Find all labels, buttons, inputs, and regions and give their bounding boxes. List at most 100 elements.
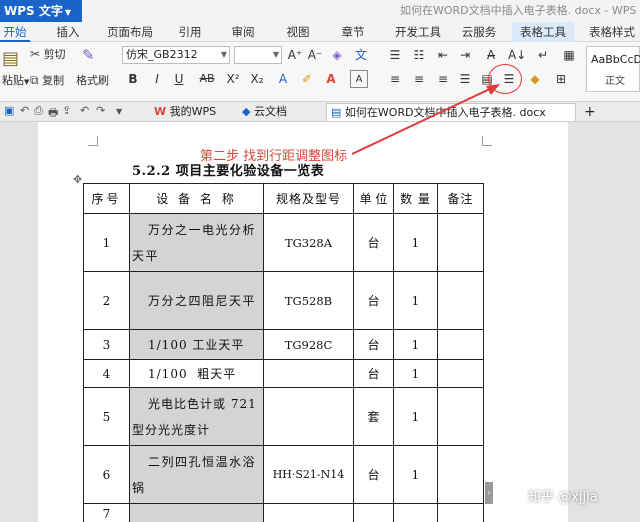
text-direction-icon[interactable]: A̶ <box>482 46 500 64</box>
cell-note[interactable] <box>437 445 484 504</box>
font-name-select[interactable]: 仿宋_GB2312 ▼ <box>122 46 230 64</box>
tab-references[interactable]: 引用 <box>172 22 208 42</box>
save-icon[interactable]: ▣ <box>4 104 14 117</box>
font-size-select[interactable]: ▼ <box>234 46 282 64</box>
cell-unit[interactable]: 台 <box>353 359 394 388</box>
strikethrough-icon[interactable]: AB <box>194 70 220 88</box>
decrease-indent-icon[interactable]: ⇤ <box>434 46 452 64</box>
cell-spec[interactable]: TG928C <box>263 329 354 360</box>
pinyin-icon[interactable]: 文 <box>352 46 370 64</box>
cell-unit[interactable]: 台 <box>353 329 394 360</box>
print-preview-icon[interactable]: ⎙ <box>34 104 43 118</box>
cell-spec[interactable] <box>263 359 354 388</box>
char-border-icon[interactable]: A <box>350 70 368 88</box>
cell-qty[interactable]: 1 <box>393 445 438 504</box>
copy-button[interactable]: ⧉ 复制 <box>30 72 64 88</box>
header-cell[interactable]: 备注 <box>437 183 484 214</box>
cell-name[interactable]: 1/100 工业天平 <box>129 329 264 360</box>
font-color-icon[interactable]: A <box>322 70 340 88</box>
cell-note[interactable] <box>437 503 484 522</box>
chevron-down-icon[interactable]: ▼ <box>116 107 122 116</box>
tab-insert[interactable]: 插入 <box>50 22 86 42</box>
cell-note[interactable] <box>437 359 484 388</box>
tab-section[interactable]: 章节 <box>335 22 371 42</box>
equipment-table[interactable]: 序号 设 备 名 称 规格及型号 单 位 数 量 备注 1 万分之一电光分析天平… <box>83 183 484 522</box>
print-icon[interactable]: 🖶 <box>48 104 58 123</box>
cell-name[interactable]: 1/100 粗天平 <box>129 359 264 388</box>
paste-button[interactable]: 粘贴▼ <box>2 72 29 88</box>
highlight-icon[interactable]: ✐ <box>298 70 316 88</box>
cell-unit[interactable]: 套 <box>353 387 394 446</box>
cell-qty[interactable]: 1 <box>393 387 438 446</box>
header-cell[interactable]: 数 量 <box>393 183 438 214</box>
cell-spec[interactable] <box>263 503 354 522</box>
cell-no[interactable]: 2 <box>83 271 130 330</box>
bold-icon[interactable]: B <box>124 70 142 88</box>
cell-no[interactable]: 5 <box>83 387 130 446</box>
cell-qty[interactable]: 1 <box>393 271 438 330</box>
redo-arrow-icon[interactable]: ↷ <box>96 104 105 117</box>
cell-qty[interactable]: 1 <box>393 213 438 272</box>
format-painter-icon[interactable]: ✎ <box>82 46 95 64</box>
undo-icon[interactable]: ↶ <box>20 104 29 117</box>
cell-no[interactable]: 1 <box>83 213 130 272</box>
clear-format-icon[interactable]: ◈ <box>328 46 346 64</box>
justify-icon[interactable]: ☰ <box>456 70 474 88</box>
header-cell[interactable]: 序号 <box>83 183 130 214</box>
tab-my-wps[interactable]: W 我的WPS <box>150 103 230 121</box>
new-tab-button[interactable]: + <box>580 103 600 121</box>
cell-spec[interactable]: TG328A <box>263 213 354 272</box>
header-cell[interactable]: 设 备 名 称 <box>129 183 264 214</box>
cell-note[interactable] <box>437 329 484 360</box>
increase-indent-icon[interactable]: ⇥ <box>456 46 474 64</box>
subscript-icon[interactable]: X₂ <box>248 70 266 88</box>
cell-spec[interactable]: TG528B <box>263 271 354 330</box>
tab-review[interactable]: 审阅 <box>225 22 261 42</box>
wps-menu-button[interactable]: WPS 文字 ▼ <box>0 0 82 22</box>
superscript-icon[interactable]: X² <box>224 70 242 88</box>
shrink-font-icon[interactable]: A⁻ <box>306 46 324 64</box>
text-effect-icon[interactable]: A <box>274 70 292 88</box>
show-marks-icon[interactable]: ↵ <box>534 46 552 64</box>
cell-name[interactable]: 光电比色计或 721型分光光度计 <box>129 387 264 446</box>
style-gallery[interactable]: AaBbCcD 正文 <box>586 46 640 92</box>
cell-unit[interactable]: 台 <box>353 213 394 272</box>
table-move-handle-icon[interactable]: ✥ <box>73 173 82 186</box>
underline-icon[interactable]: U <box>170 70 188 88</box>
cell-unit[interactable]: 台 <box>353 271 394 330</box>
cell-name[interactable] <box>129 503 264 522</box>
cell-no[interactable]: 6 <box>83 445 130 504</box>
cell-note[interactable] <box>437 387 484 446</box>
cell-qty[interactable]: 1 <box>393 329 438 360</box>
tab-current-document[interactable]: ▤ 如何在WORD文档中插入电子表格. docx <box>326 103 576 121</box>
cell-no[interactable]: 3 <box>83 329 130 360</box>
cell-unit[interactable]: 台 <box>353 445 394 504</box>
cell-no[interactable]: 7 <box>83 503 130 522</box>
header-cell[interactable]: 规格及型号 <box>263 183 354 214</box>
tab-cloud-docs[interactable]: ◆ 云文档 <box>238 103 318 121</box>
align-center-icon[interactable]: ≡ <box>410 70 428 88</box>
tab-table-tools[interactable]: 表格工具 <box>512 22 574 42</box>
grow-font-icon[interactable]: A⁺ <box>286 46 304 64</box>
cell-note[interactable] <box>437 213 484 272</box>
shading-icon[interactable]: ◆ <box>526 70 544 88</box>
tab-home[interactable]: 开始 <box>0 22 30 42</box>
header-cell[interactable]: 单 位 <box>353 183 394 214</box>
sort-icon[interactable]: A↓ <box>508 46 526 64</box>
italic-icon[interactable]: I <box>148 70 166 88</box>
undo-arrow-icon[interactable]: ↶ <box>80 104 89 117</box>
cell-qty[interactable] <box>393 503 438 522</box>
numbered-list-icon[interactable]: ☷ <box>410 46 428 64</box>
tab-view[interactable]: 视图 <box>280 22 316 42</box>
cut-button[interactable]: ✂ 剪切 <box>30 46 66 62</box>
cell-spec[interactable]: HH·S21-N14 <box>263 445 354 504</box>
borders-icon[interactable]: ⊞ <box>552 70 570 88</box>
table-grid-icon[interactable]: ▦ <box>560 46 578 64</box>
cell-unit[interactable] <box>353 503 394 522</box>
cell-name[interactable]: 二列四孔恒温水浴锅 <box>129 445 264 504</box>
cell-spec[interactable] <box>263 387 354 446</box>
tab-developer[interactable]: 开发工具 <box>390 22 446 42</box>
cell-note[interactable] <box>437 271 484 330</box>
tab-table-style[interactable]: 表格样式 <box>584 22 640 42</box>
format-painter-button[interactable]: 格式刷 <box>76 72 109 88</box>
